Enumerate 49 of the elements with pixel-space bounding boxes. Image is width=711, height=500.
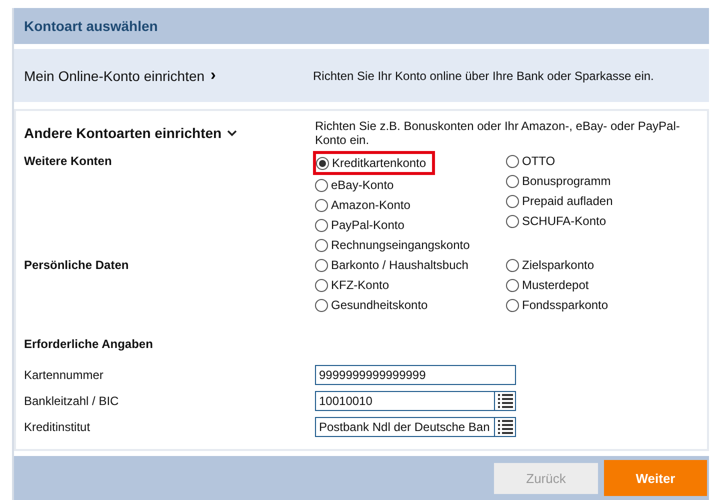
radio-button[interactable] — [315, 178, 328, 192]
radio-button[interactable] — [316, 156, 329, 170]
radio-button[interactable] — [506, 278, 519, 292]
radio-button[interactable] — [506, 258, 519, 272]
radio-button[interactable] — [315, 218, 328, 232]
field-label: Kreditinstitut — [23, 420, 92, 434]
group-label: Weitere Konten — [23, 153, 113, 168]
radio-option[interactable]: OTTO — [506, 151, 556, 172]
field-label: Kartennummer — [23, 368, 104, 382]
radio-button[interactable] — [315, 258, 328, 272]
highlighted-radio-option[interactable]: Kreditkartenkonto — [313, 151, 436, 176]
radio-option[interactable]: Fondssparkonto — [506, 295, 608, 316]
radio-button[interactable] — [506, 298, 519, 312]
radio-option[interactable]: SCHUFA-Konto — [506, 211, 606, 232]
group-label: Persönliche Daten — [23, 257, 130, 272]
list-icon — [498, 420, 512, 434]
radio-button[interactable] — [315, 278, 328, 292]
radio-option[interactable]: Gesundheitskonto — [315, 295, 428, 316]
online-description: Richten Sie Ihr Konto online über Ihre Bank oder Sparkasse ein. — [313, 68, 655, 83]
radio-button[interactable] — [315, 298, 328, 312]
online-account-link[interactable]: Mein Online-Konto einrichten — [24, 68, 205, 84]
chevron-icon: › — [210, 68, 216, 83]
radio-button[interactable] — [506, 174, 519, 188]
lookup-button[interactable] — [495, 417, 516, 438]
radio-option[interactable]: Musterdepot — [506, 275, 589, 296]
list-icon — [498, 394, 512, 408]
radio-option[interactable]: Rechnungseingangskonto — [315, 235, 470, 256]
other-accounts-toggle[interactable]: Andere Kontoarten einrichten — [24, 125, 222, 142]
radio-button[interactable] — [506, 154, 519, 168]
radio-button[interactable] — [315, 238, 328, 252]
other-description: Richten Sie z.B. Bonuskonten oder Ihr Amazon-, eBay- oder PayPal-Konto ein. — [315, 119, 681, 148]
section-title: Erforderliche Angaben — [23, 337, 154, 352]
radio-option[interactable]: Prepaid aufladen — [506, 191, 613, 212]
field-label: Bankleitzahl / BIC — [23, 394, 120, 408]
radio-button[interactable] — [506, 194, 519, 208]
input-field[interactable]: Postbank Ndl der Deutsche Ban — [315, 417, 495, 438]
radio-option[interactable]: Amazon-Konto — [315, 195, 410, 216]
radio-option[interactable]: Zielsparkonto — [506, 255, 594, 276]
radio-option[interactable]: PayPal-Konto — [315, 215, 404, 236]
radio-option[interactable]: Bonusprogramm — [506, 171, 611, 192]
input-field[interactable]: 9999999999999999 — [315, 365, 516, 386]
radio-button[interactable] — [506, 214, 519, 228]
input-field[interactable]: 10010010 — [315, 391, 495, 412]
radio-option[interactable]: Barkonto / Haushaltsbuch — [315, 255, 468, 276]
radio-button[interactable] — [315, 198, 328, 212]
lookup-button[interactable] — [495, 391, 516, 412]
radio-option[interactable]: eBay-Konto — [315, 175, 394, 196]
radio-option[interactable]: KFZ-Konto — [315, 275, 390, 296]
header-title: Kontoart auswählen — [24, 18, 158, 34]
